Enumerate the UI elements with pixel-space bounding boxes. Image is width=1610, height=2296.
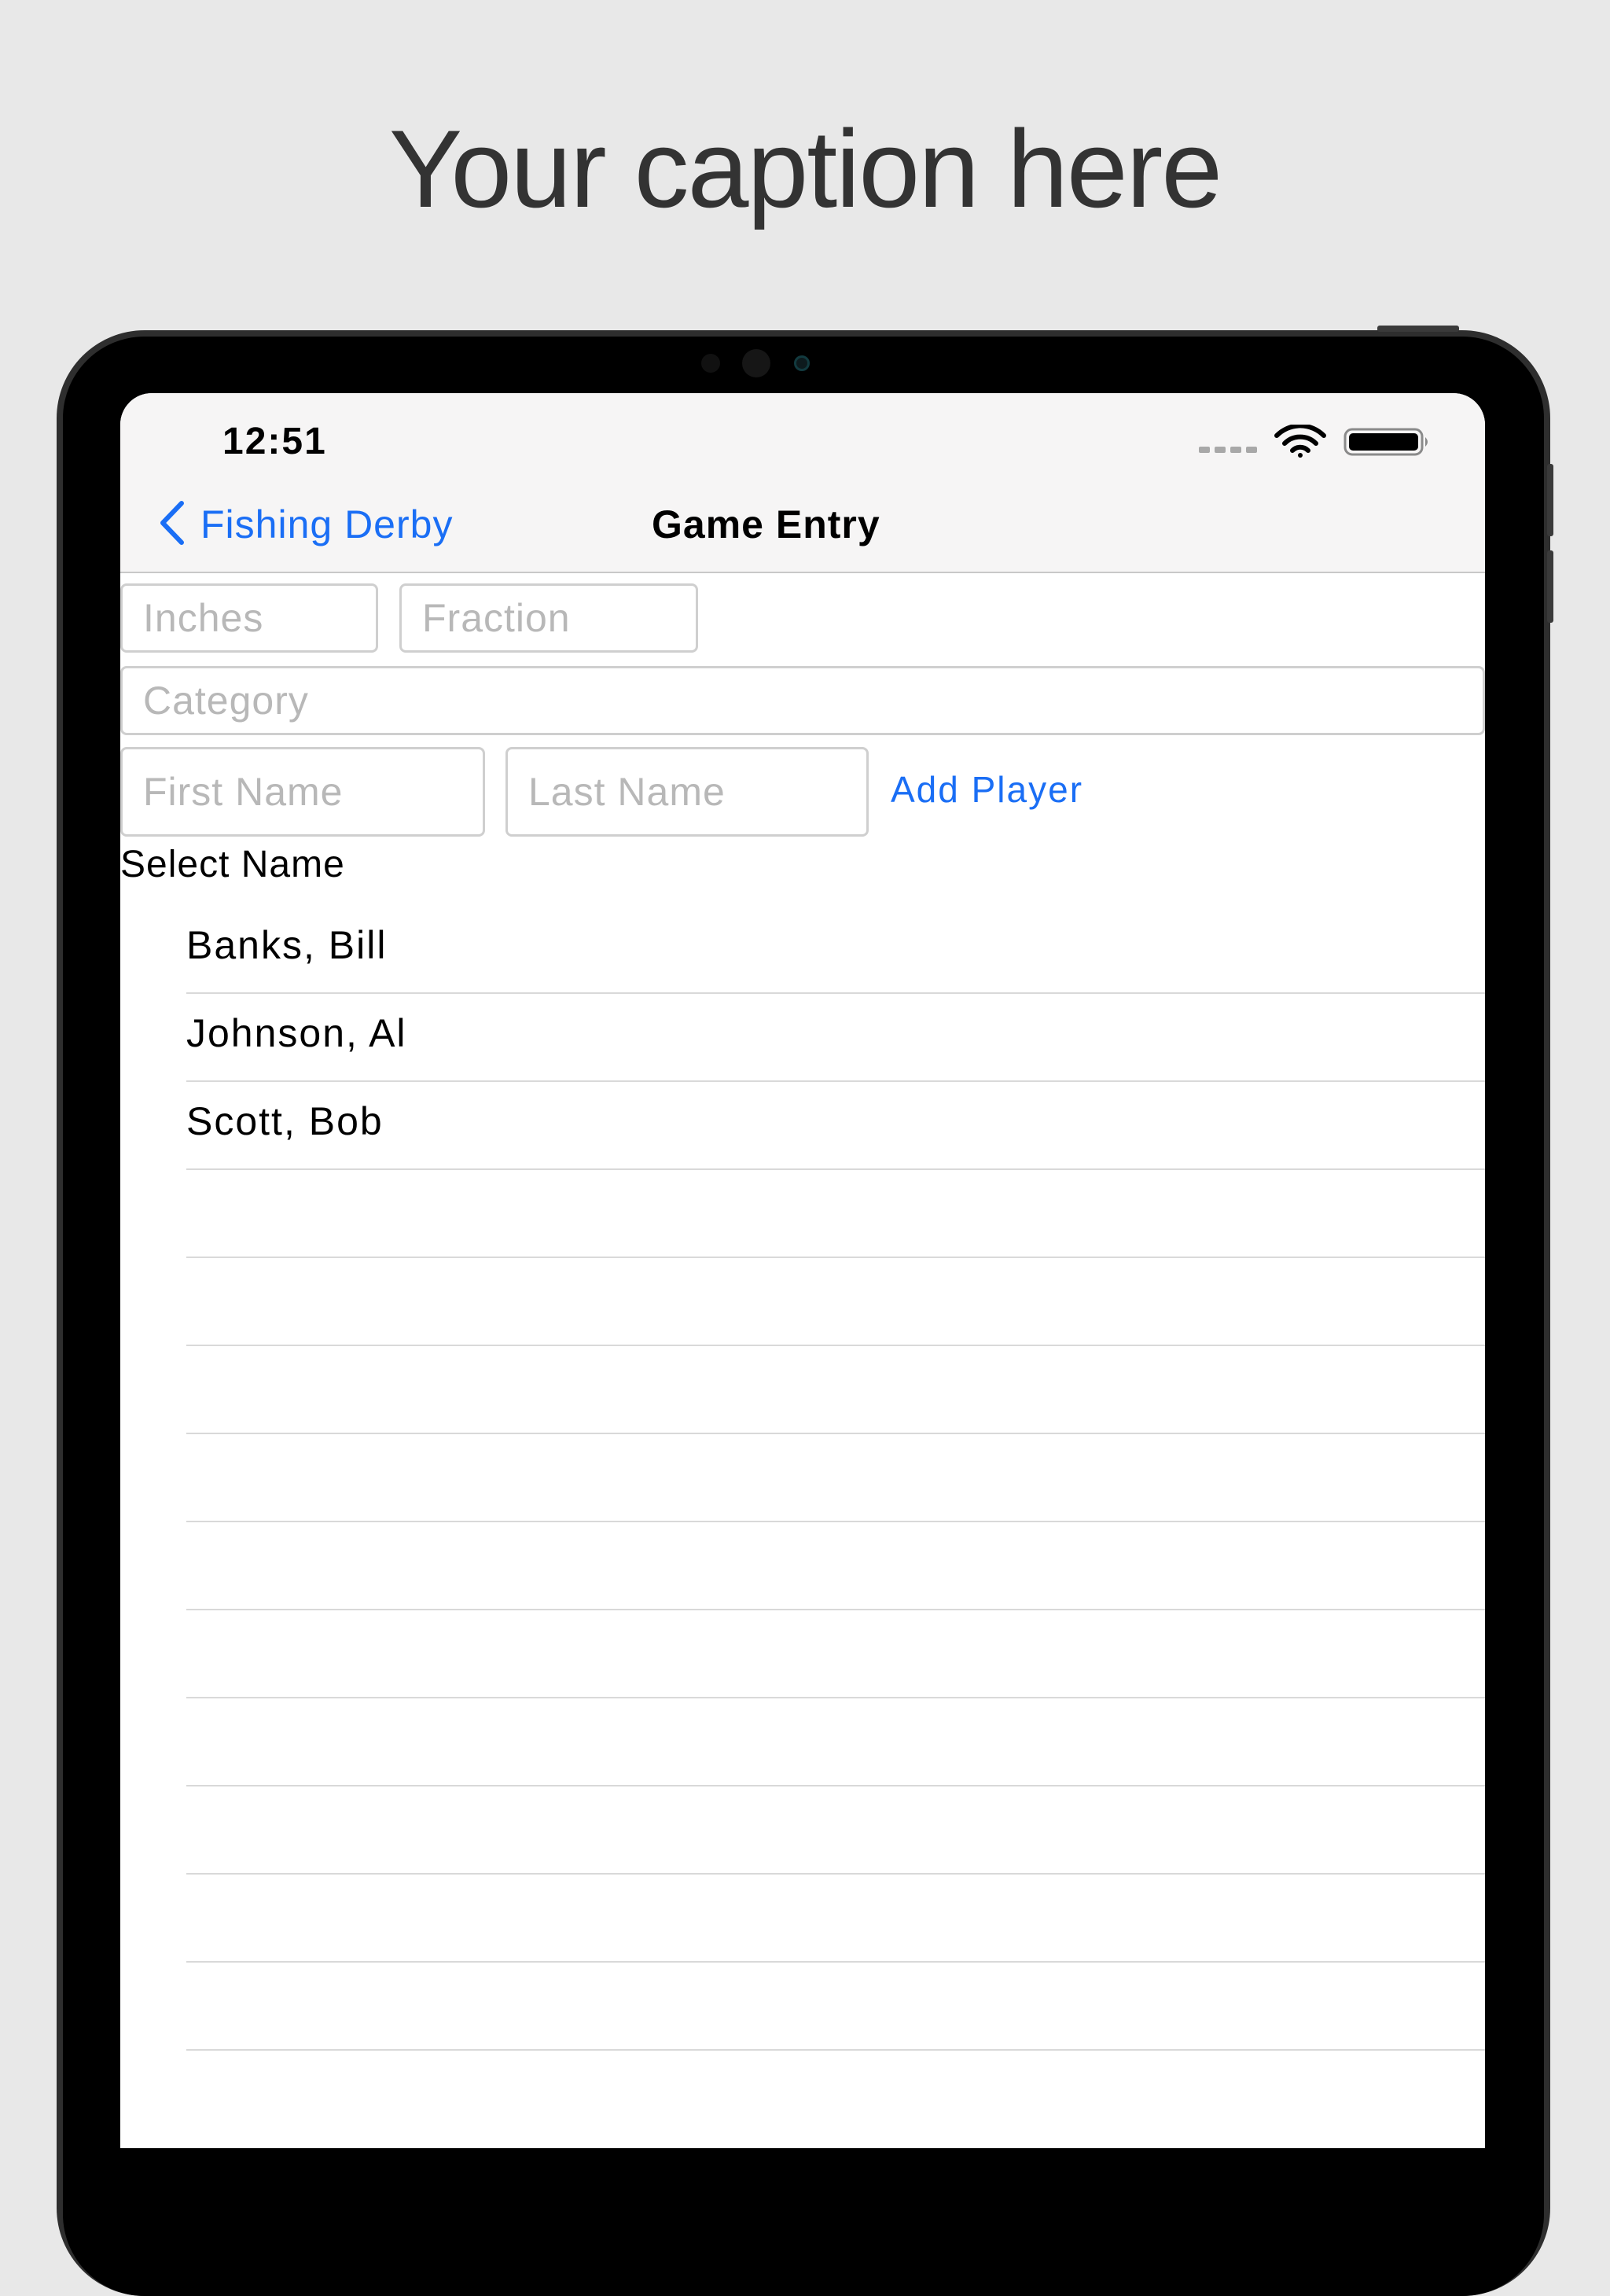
player-name: Banks, Bill (186, 923, 388, 967)
fraction-field[interactable] (399, 583, 698, 653)
empty-row (186, 1258, 1485, 1346)
empty-row (186, 1875, 1485, 1963)
empty-row (186, 1963, 1485, 2051)
select-name-label: Select Name (120, 844, 345, 885)
back-button-label: Fishing Derby (200, 502, 454, 546)
chevron-left-icon (158, 500, 185, 550)
first-name-field[interactable] (120, 747, 485, 837)
list-item[interactable]: Scott, Bob (186, 1082, 1485, 1170)
empty-row (186, 1786, 1485, 1875)
inches-field[interactable] (120, 583, 378, 653)
add-player-button[interactable]: Add Player (891, 761, 1083, 818)
empty-row (186, 1522, 1485, 1610)
page-title: Game Entry (652, 502, 880, 546)
cellular-dots-icon (1199, 447, 1257, 453)
wifi-icon (1274, 423, 1326, 462)
list-item[interactable]: Johnson, Al (186, 994, 1485, 1082)
list-item[interactable]: Banks, Bill (186, 906, 1485, 994)
volume-down-button (1547, 550, 1553, 623)
back-button[interactable]: Fishing Derby (158, 497, 453, 552)
player-list: Banks, Bill Johnson, Al Scott, Bob (186, 906, 1485, 2051)
last-name-field[interactable] (505, 747, 869, 837)
empty-row (186, 1434, 1485, 1522)
empty-row (186, 1698, 1485, 1786)
app-screen: 12:51 Fishing Derby Game Entry Inches Fr… (120, 393, 1485, 2148)
navigation-bar: 12:51 Fishing Derby Game Entry (120, 393, 1485, 573)
status-time: 12:51 (222, 421, 327, 462)
battery-icon (1344, 428, 1432, 460)
camera-sensor (701, 354, 720, 373)
empty-row (186, 1170, 1485, 1258)
player-name: Scott, Bob (186, 1099, 384, 1143)
category-field[interactable] (120, 666, 1485, 735)
camera-indicator (794, 355, 810, 371)
volume-up-button (1547, 464, 1553, 536)
player-name: Johnson, Al (186, 1011, 407, 1055)
caption-text: Your caption here (388, 107, 1222, 230)
camera-lens (742, 349, 770, 377)
empty-row (186, 1346, 1485, 1434)
empty-row (186, 1610, 1485, 1698)
top-button (1377, 326, 1459, 332)
